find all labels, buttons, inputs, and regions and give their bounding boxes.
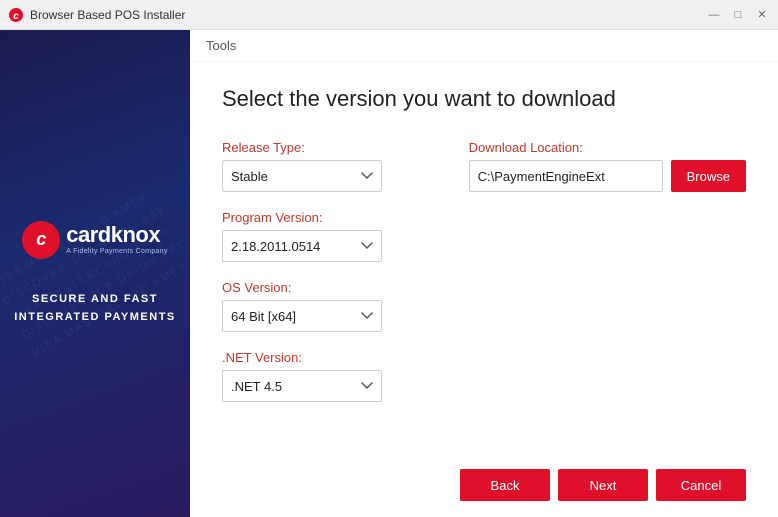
left-column: Release Type: Stable Beta RC Program Ver… [222,140,429,441]
net-version-group: .NET Version: .NET 4.5 .NET 4.8 .NET 6.0 [222,350,429,402]
program-version-group: Program Version: 2.18.2011.0514 [222,210,429,262]
logo-icon: c [22,221,60,259]
download-location-group: Download Location: Browse [469,140,746,192]
download-location-input[interactable] [469,160,663,192]
os-version-group: OS Version: 64 Bit [x64] 32 Bit [x86] [222,280,429,332]
maximize-button[interactable]: □ [730,7,746,23]
os-version-select[interactable]: 64 Bit [x64] 32 Bit [x86] [222,300,382,332]
main-content: Select the version you want to download … [190,62,778,457]
logo-icon-text: c [36,229,46,250]
app-icon: c [8,7,24,23]
release-type-label: Release Type: [222,140,429,155]
next-button[interactable]: Next [558,469,648,501]
sidebar-tagline: SECURE AND FAST INTEGRATED PAYMENTS [14,291,176,326]
logo-brand: cardknox [66,224,167,246]
close-button[interactable]: ✕ [754,7,770,23]
app-body: VISA MASTERCARD AMEXDISCOVER JCB UNION P… [0,30,778,517]
logo-text-group: cardknox A Fidelity Payments Company [66,224,167,255]
logo-area: c cardknox A Fidelity Payments Company S… [14,221,176,326]
right-column: Download Location: Browse [469,140,746,441]
tagline-line2: INTEGRATED PAYMENTS [14,311,176,323]
form-grid: Release Type: Stable Beta RC Program Ver… [222,140,746,441]
tagline-line1: SECURE AND FAST [32,293,158,305]
program-version-select[interactable]: 2.18.2011.0514 [222,230,382,262]
download-location-label: Download Location: [469,140,746,155]
program-version-label: Program Version: [222,210,429,225]
browse-button[interactable]: Browse [671,160,746,192]
page-title: Select the version you want to download [222,86,746,112]
release-type-group: Release Type: Stable Beta RC [222,140,429,192]
title-bar: c Browser Based POS Installer — □ ✕ [0,0,778,30]
net-version-select[interactable]: .NET 4.5 .NET 4.8 .NET 6.0 [222,370,382,402]
window-controls: — □ ✕ [706,7,770,23]
tools-bar: Tools [190,30,778,62]
release-type-select[interactable]: Stable Beta RC [222,160,382,192]
minimize-button[interactable]: — [706,7,722,23]
download-location-row: Browse [469,160,746,192]
tools-label: Tools [206,38,236,53]
content-area: Tools Select the version you want to dow… [190,30,778,517]
window-title: Browser Based POS Installer [30,8,706,22]
net-version-label: .NET Version: [222,350,429,365]
logo-sub: A Fidelity Payments Company [66,248,167,255]
os-version-label: OS Version: [222,280,429,295]
back-button[interactable]: Back [460,469,550,501]
cardknox-logo: c cardknox A Fidelity Payments Company [22,221,167,259]
sidebar: VISA MASTERCARD AMEXDISCOVER JCB UNION P… [0,30,190,517]
svg-text:c: c [13,11,19,22]
cancel-button[interactable]: Cancel [656,469,746,501]
footer: Back Next Cancel [190,457,778,517]
